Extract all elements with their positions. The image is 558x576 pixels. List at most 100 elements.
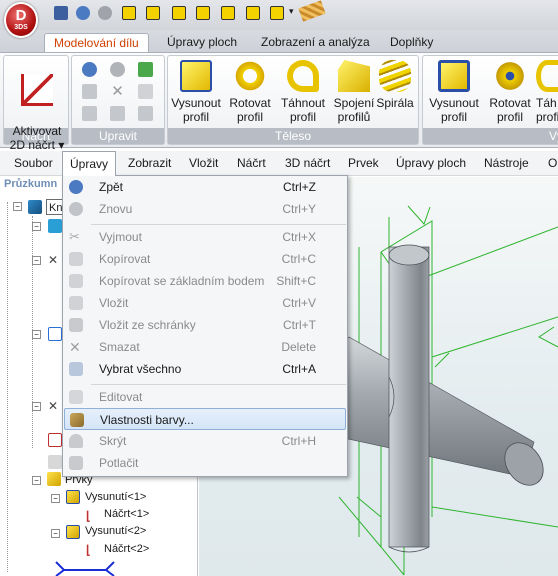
edit-icon[interactable] [138, 84, 153, 99]
menu-separator [91, 224, 346, 225]
menu-zobrazit[interactable]: Zobrazit [121, 151, 178, 176]
menu-item-vybrat-vsechno[interactable]: Vybrat všechno Ctrl+A [64, 358, 346, 380]
feature-icon [48, 455, 62, 469]
sketch-preview-icon [55, 561, 115, 576]
revolve-cut-button[interactable]: Rotovat profil [484, 60, 536, 124]
refresh-icon[interactable] [138, 62, 153, 77]
tree-item-vysunuti-1[interactable]: Vysunutí<1> [85, 489, 146, 505]
cube-icon[interactable] [172, 6, 186, 20]
revolve-cut-icon [494, 60, 526, 92]
cube-icon[interactable] [196, 6, 210, 20]
cube-icon[interactable] [146, 6, 160, 20]
features-icon [47, 472, 61, 486]
redo-icon[interactable] [98, 6, 112, 20]
tab-modelovani-dilu[interactable]: Modelování dílu [44, 33, 149, 53]
extrude-cut-icon [438, 60, 470, 92]
extrude-icon [66, 490, 80, 504]
menu-upravy-ploch[interactable]: Úpravy ploch [389, 151, 473, 176]
paste-icon [69, 296, 83, 310]
sweep-icon [287, 60, 319, 92]
edit-icon [69, 390, 83, 404]
redo-icon [69, 202, 83, 216]
menu-item-skryt[interactable]: Skrýt Ctrl+H [64, 430, 346, 452]
tree-item-nacrt-2[interactable]: Náčrt<2> [104, 541, 149, 557]
tree-collapse-toggle[interactable]: − [51, 529, 60, 538]
tree-item-nacrt-1[interactable]: Náčrt<1> [104, 506, 149, 522]
sketch-icon: ⌊ [86, 543, 91, 557]
menu-item-zpet[interactable]: Zpět Ctrl+Z [64, 176, 346, 198]
sweep-cut-icon [536, 60, 558, 92]
menu-soubor[interactable]: Soubor [7, 151, 60, 176]
menu-vlozit[interactable]: Vložit [182, 151, 225, 176]
tree-collapse-toggle[interactable]: − [51, 494, 60, 503]
helix-button[interactable]: Spirála [372, 60, 418, 110]
copy-icon [69, 252, 83, 266]
menu-item-vlozit[interactable]: Vložit Ctrl+V [64, 292, 346, 314]
redo-icon[interactable] [110, 62, 125, 77]
tree-item-vysunuti-2[interactable]: Vysunutí<2> [85, 523, 146, 539]
part-icon [28, 200, 42, 214]
extrude-cut-button[interactable]: Vysunout profil [428, 60, 480, 124]
app-menu-button[interactable]: D 3DS [4, 2, 38, 38]
tab-upravy-ploch[interactable]: Úpravy ploch [158, 33, 246, 52]
cube-icon[interactable] [246, 6, 260, 20]
menu-3d-nacrt[interactable]: 3D náčrt [278, 151, 337, 176]
menu-item-potlacit[interactable]: Potlačit [64, 452, 346, 474]
suppress-icon [69, 456, 83, 470]
paste-icon[interactable] [82, 106, 97, 121]
tab-zobrazeni-a-analyza[interactable]: Zobrazení a analýza [252, 33, 379, 52]
plane-icon [48, 219, 62, 233]
delete-icon[interactable]: ✕ [110, 84, 125, 99]
cube-icon[interactable] [221, 6, 235, 20]
sweep-profile-button[interactable]: Táhnout profil [277, 60, 329, 124]
extrude-icon [180, 60, 212, 92]
menu-item-znovu[interactable]: Znovu Ctrl+Y [64, 198, 346, 220]
menu-nacrt[interactable]: Náčrt [230, 151, 273, 176]
clipboard-icon[interactable] [138, 106, 153, 121]
save-icon[interactable] [54, 6, 68, 20]
menu-separator [91, 384, 346, 385]
qat-dropdown-icon[interactable]: ▾ [289, 6, 294, 17]
helix-icon [379, 60, 411, 92]
sketch-icon [48, 433, 62, 447]
menu-item-kopirovat[interactable]: Kopírovat Ctrl+C [64, 248, 346, 270]
loft-icon [338, 60, 370, 92]
copy-base-icon [69, 274, 83, 288]
tree-collapse-toggle[interactable]: − [32, 330, 41, 339]
panel-title: Průzkumn [4, 178, 58, 190]
menu-item-vlozit-ze-schranky[interactable]: Vložit ze schránky Ctrl+T [64, 314, 346, 336]
hide-icon [69, 434, 83, 448]
tree-collapse-toggle[interactable]: − [32, 402, 41, 411]
copy-icon[interactable] [82, 84, 97, 99]
revolve-icon [234, 60, 266, 92]
delete-icon: ✕ [69, 339, 81, 355]
menu-item-editovat[interactable]: Editovat [64, 386, 346, 408]
undo-icon[interactable] [82, 62, 97, 77]
undo-icon[interactable] [76, 6, 90, 20]
menu-prvek[interactable]: Prvek [341, 151, 386, 176]
tab-doplnky[interactable]: Doplňky [381, 33, 442, 52]
cube-icon[interactable] [122, 6, 136, 20]
cube-icon[interactable] [270, 6, 284, 20]
tree-collapse-toggle[interactable]: − [13, 202, 22, 211]
menu-more[interactable]: O [541, 151, 558, 176]
color-properties-icon [70, 413, 84, 427]
tree-collapse-toggle[interactable]: − [32, 476, 41, 485]
extrude-profile-button[interactable]: Vysunout profil [170, 60, 222, 124]
sweep-cut-button[interactable]: Táh profil [536, 60, 558, 124]
menu-item-smazat[interactable]: ✕ Smazat Delete [64, 336, 346, 358]
menu-item-vlastnosti-barvy[interactable]: Vlastnosti barvy... [64, 408, 346, 430]
origin-icon: ✕ [48, 253, 59, 267]
cut-icon[interactable] [110, 106, 125, 121]
tree-collapse-toggle[interactable]: − [32, 222, 41, 231]
sketch-icon [21, 74, 53, 106]
undo-icon [69, 180, 83, 194]
revolve-profile-button[interactable]: Rotovat profil [224, 60, 276, 124]
menu-item-kopirovat-se-zakladnim-bodem[interactable]: Kopírovat se základním bodem Shift+C [64, 270, 346, 292]
tree-collapse-toggle[interactable]: − [32, 256, 41, 265]
menu-upravy[interactable]: Úpravy [62, 151, 117, 176]
tree-line [7, 202, 8, 572]
menu-nastroje[interactable]: Nástroje [477, 151, 536, 176]
menu-item-vyjmout[interactable]: ✂ Vyjmout Ctrl+X [64, 226, 346, 248]
activate-2d-sketch-button[interactable]: Aktivovat 2D náčrt ▾ [9, 60, 65, 152]
